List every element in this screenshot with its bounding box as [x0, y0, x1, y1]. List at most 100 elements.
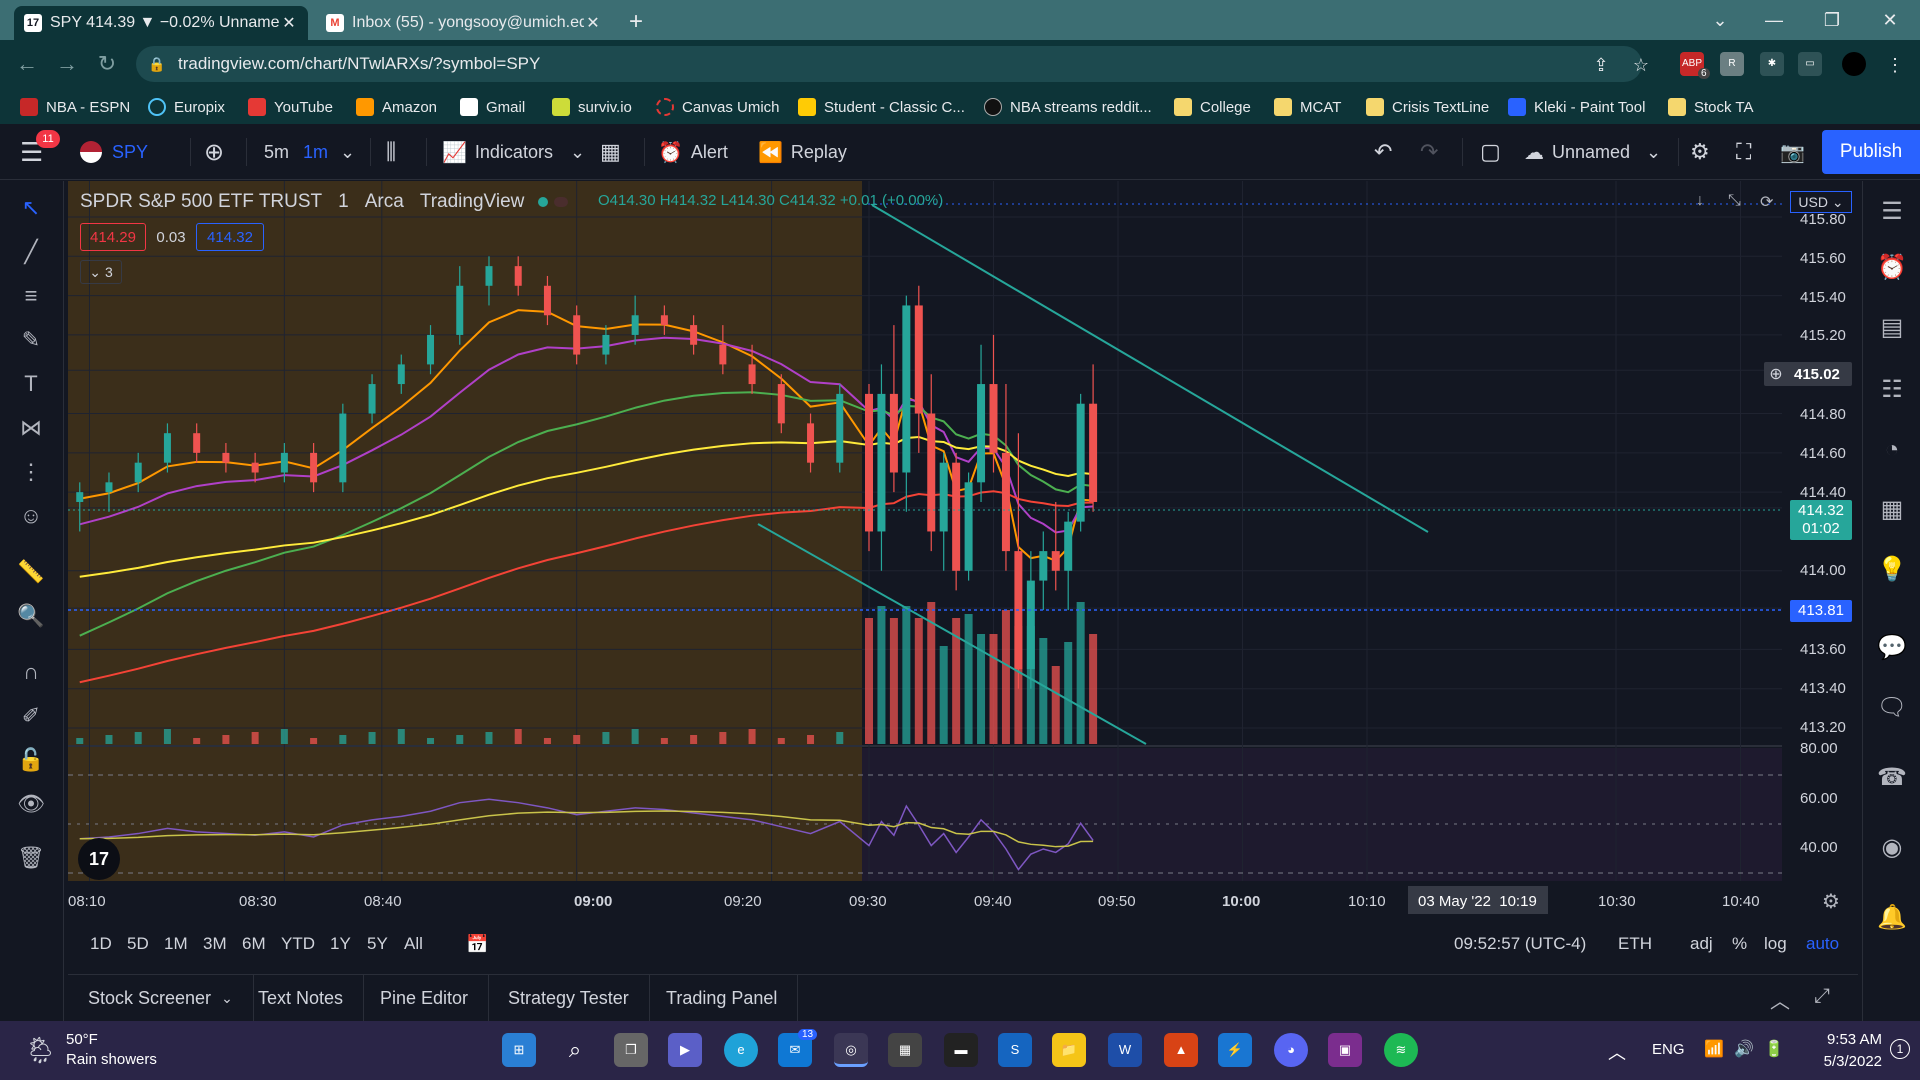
- trendline-lower[interactable]: [757, 523, 1147, 745]
- back-arrow-icon[interactable]: ←: [12, 49, 42, 79]
- weather-temp[interactable]: 50°F: [66, 1031, 98, 1048]
- extension-icon[interactable]: R: [1720, 52, 1744, 76]
- bookmark-item[interactable]: Gmail: [460, 96, 525, 118]
- text-tool-icon[interactable]: T: [14, 367, 48, 401]
- fib-levels-icon[interactable]: ≡: [14, 279, 48, 313]
- trendline-upper[interactable]: [871, 204, 1429, 533]
- session-button[interactable]: ETH: [1618, 934, 1652, 954]
- language-indicator[interactable]: ENG: [1652, 1041, 1685, 1058]
- emoji-icon[interactable]: ☺: [14, 499, 48, 533]
- notifications-bell-icon[interactable]: 🔔: [1875, 901, 1909, 935]
- range-6m-button[interactable]: 6M: [242, 934, 266, 954]
- bookmark-item[interactable]: NBA - ESPN: [20, 96, 130, 118]
- eye-icon[interactable]: 👁: [14, 787, 48, 821]
- calendar-icon[interactable]: ▦: [1875, 493, 1909, 527]
- prediction-icon[interactable]: ⋮: [14, 455, 48, 489]
- teams-chat-icon[interactable]: ▶: [668, 1033, 702, 1067]
- streams-icon[interactable]: ☎: [1875, 761, 1909, 795]
- close-window-button[interactable]: ✕: [1870, 6, 1910, 34]
- timezone-clock[interactable]: 09:52:57 (UTC-4): [1454, 934, 1586, 954]
- bookmark-item[interactable]: Europix: [148, 96, 225, 118]
- minimize-button[interactable]: —: [1754, 6, 1794, 34]
- currency-selector[interactable]: USD ⌄: [1790, 191, 1852, 213]
- twitch-icon[interactable]: ▣: [1328, 1033, 1362, 1067]
- camera-icon[interactable]: 📷: [1780, 139, 1805, 165]
- tab-gmail[interactable]: M Inbox (55) - yongsooy@umich.ed ✕: [316, 6, 612, 40]
- zoom-in-icon[interactable]: 🔍: [14, 599, 48, 633]
- sidebar-icon[interactable]: ▭: [1798, 52, 1822, 76]
- calendar-clock-icon[interactable]: ◔: [1875, 433, 1909, 467]
- url-text[interactable]: tradingview.com/chart/NTwlARXs/?symbol=S…: [178, 54, 540, 74]
- magnet-icon[interactable]: ∩: [14, 655, 48, 689]
- ideas-lightbulb-icon[interactable]: 💡: [1875, 553, 1909, 587]
- rectangle-icon[interactable]: ▢: [1480, 139, 1501, 165]
- lock-icon[interactable]: 🔒: [148, 56, 168, 73]
- live-streams-icon[interactable]: ◉: [1875, 831, 1909, 865]
- url-bar[interactable]: 🔒 tradingview.com/chart/NTwlARXs/?symbol…: [136, 46, 1642, 82]
- hotlist-icon[interactable]: ☷: [1875, 373, 1909, 407]
- ruler-icon[interactable]: 📏: [14, 555, 48, 589]
- collapse-pane-icon[interactable]: ⤡: [1728, 192, 1741, 210]
- axis-settings-gear-icon[interactable]: ⚙: [1822, 889, 1840, 913]
- pattern-icon[interactable]: ⋈: [14, 411, 48, 445]
- add-alert-plus-icon[interactable]: ⊕: [1766, 364, 1786, 384]
- brush-icon[interactable]: ✎: [14, 323, 48, 357]
- range-ytd-button[interactable]: YTD: [281, 934, 315, 954]
- goto-date-calendar-icon[interactable]: 📅: [466, 934, 488, 955]
- chrome-icon[interactable]: ◎: [834, 1033, 868, 1067]
- tray-chevron-up-icon[interactable]: ︿: [1608, 1039, 1626, 1065]
- symbol-title[interactable]: SPDR S&P 500 ETF TRUST: [80, 191, 322, 213]
- candle-style-icon[interactable]: ⫼: [386, 139, 396, 165]
- profile-avatar[interactable]: [1842, 52, 1866, 76]
- maximize-pane-icon[interactable]: ⟳: [1760, 192, 1773, 212]
- buy-price-button[interactable]: 414.32: [196, 223, 264, 251]
- adj-toggle[interactable]: adj: [1690, 934, 1713, 954]
- trend-line-icon[interactable]: ╱: [14, 235, 48, 269]
- clock-date[interactable]: 5/3/2022: [1808, 1053, 1882, 1070]
- tab-pine-editor[interactable]: Pine Editor: [360, 975, 490, 1021]
- range-all-button[interactable]: All: [404, 934, 423, 954]
- bookmark-item[interactable]: surviv.io: [552, 96, 632, 118]
- range-1d-button[interactable]: 1D: [90, 934, 112, 954]
- trash-icon[interactable]: 🗑: [14, 841, 48, 875]
- edge-browser-icon[interactable]: e: [724, 1033, 758, 1067]
- search-icon[interactable]: ⌕: [558, 1033, 592, 1067]
- tab-tradingview[interactable]: 17 SPY 414.39 ▼ −0.02% Unnamed ✕: [14, 6, 308, 40]
- stay-drawing-icon[interactable]: ✐: [14, 699, 48, 733]
- game-app-icon[interactable]: ▬: [944, 1033, 978, 1067]
- sell-price-button[interactable]: 414.29: [80, 223, 146, 251]
- redo-icon[interactable]: ↷: [1420, 139, 1438, 165]
- range-1y-button[interactable]: 1Y: [330, 934, 351, 954]
- s-app-icon[interactable]: S: [998, 1033, 1032, 1067]
- layout-name-button[interactable]: ☁ Unnamed: [1524, 139, 1630, 165]
- bookmark-star-icon[interactable]: ☆: [1630, 54, 1652, 76]
- cursor-icon[interactable]: ↖: [14, 191, 48, 225]
- market-status-dot[interactable]: [538, 197, 549, 207]
- tab-search-icon[interactable]: ⌄: [1700, 6, 1740, 34]
- tab-stock-screener[interactable]: Stock Screener ⌄: [68, 975, 254, 1021]
- close-icon[interactable]: ✕: [584, 13, 602, 33]
- discord-icon[interactable]: ◕: [1274, 1033, 1308, 1067]
- percent-toggle[interactable]: %: [1732, 934, 1747, 954]
- log-toggle[interactable]: log: [1764, 934, 1787, 954]
- weather-rain-icon[interactable]: 🌦: [24, 1035, 57, 1066]
- replay-button[interactable]: ⏪ Replay: [758, 139, 847, 165]
- data-status-icon[interactable]: [554, 197, 569, 207]
- layout-dropdown-icon[interactable]: ⌄: [1646, 139, 1661, 165]
- bookmark-item[interactable]: NBA streams reddit...: [984, 96, 1152, 118]
- range-3m-button[interactable]: 3M: [203, 934, 227, 954]
- battery-icon[interactable]: 🔋: [1764, 1039, 1784, 1059]
- maximize-button[interactable]: ❐: [1812, 6, 1852, 34]
- indicators-button[interactable]: 📈 Indicators: [442, 139, 553, 165]
- bookmark-item[interactable]: Kleki - Paint Tool: [1508, 96, 1645, 118]
- indicator-collapse-toggle[interactable]: ⌄ 3: [80, 260, 122, 284]
- file-explorer-icon[interactable]: 📁: [1052, 1033, 1086, 1067]
- clock-time[interactable]: 9:53 AM: [1808, 1031, 1882, 1048]
- range-5y-button[interactable]: 5Y: [367, 934, 388, 954]
- spotify-icon[interactable]: ≋: [1384, 1033, 1418, 1067]
- scroll-to-latest-icon[interactable]: ↓: [1696, 192, 1704, 210]
- weather-desc[interactable]: Rain showers: [66, 1051, 157, 1068]
- undo-icon[interactable]: ↶: [1374, 139, 1392, 165]
- publish-button[interactable]: Publish: [1822, 130, 1920, 174]
- puzzle-extension-icon[interactable]: ✱: [1760, 52, 1784, 76]
